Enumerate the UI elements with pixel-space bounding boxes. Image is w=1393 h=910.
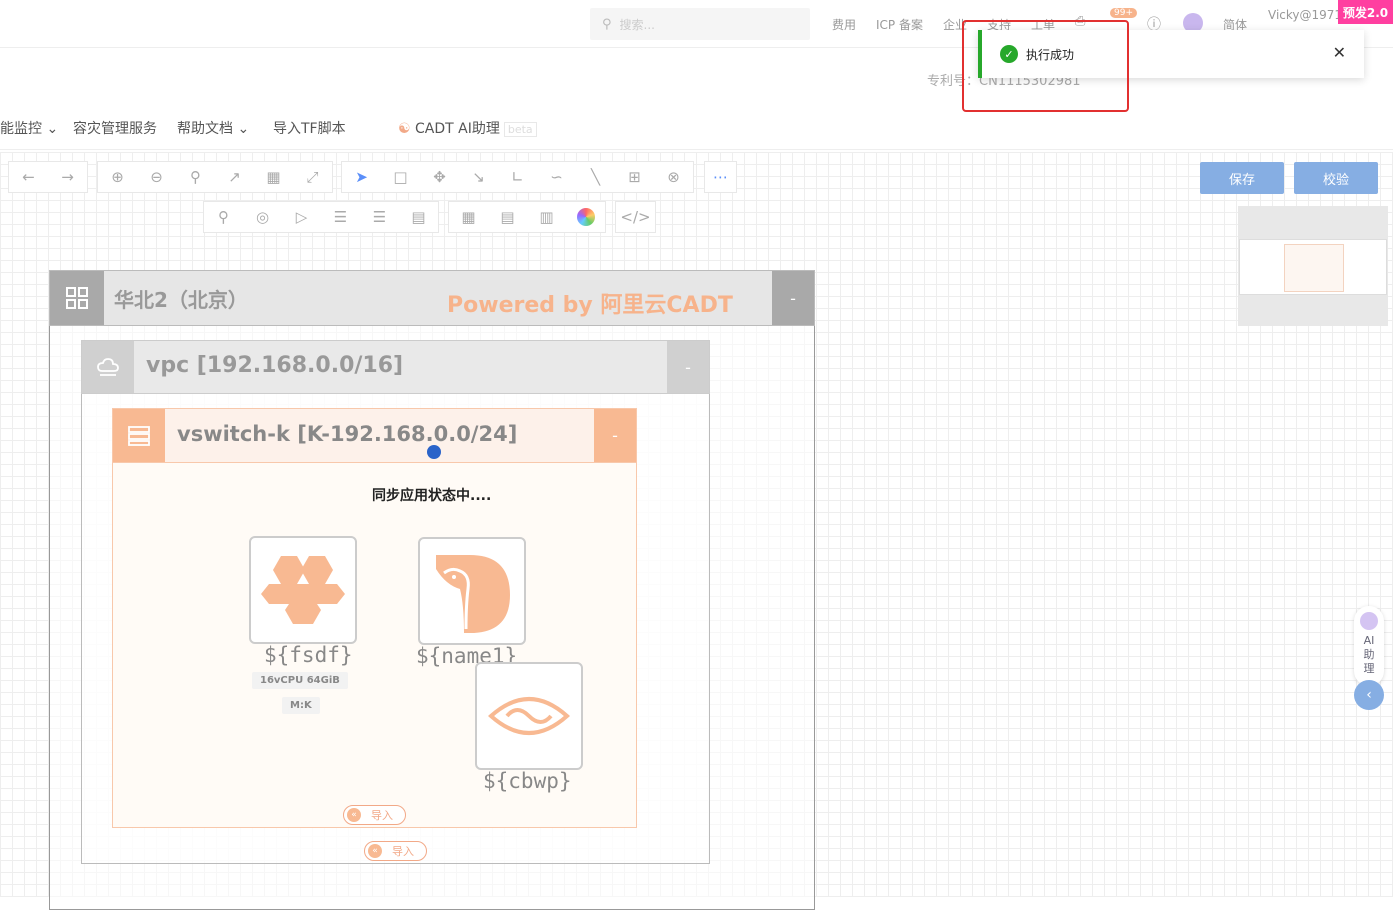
vpc-import-button[interactable]: « 导入 bbox=[364, 841, 427, 861]
robot-icon: ☯ bbox=[398, 121, 411, 137]
switch-icon bbox=[113, 409, 165, 462]
region-icon bbox=[50, 271, 104, 325]
notification-badge: 99+ bbox=[1110, 8, 1137, 18]
tag-icon[interactable]: ▷ bbox=[282, 202, 321, 232]
vpc-collapse-button[interactable]: - bbox=[667, 341, 709, 393]
straight-line-icon[interactable]: ╲ bbox=[576, 162, 615, 192]
select-area-icon[interactable]: □ bbox=[381, 162, 420, 192]
ecs-mode-tag: M:K bbox=[282, 697, 320, 714]
menu-ai-assistant[interactable]: ☯ CADT AI助理 beta bbox=[398, 118, 537, 138]
view-tools: ⚲ ◎ ▷ ☰ ☰ ▤ bbox=[203, 201, 439, 233]
expand-icon[interactable]: ↗ bbox=[215, 162, 254, 192]
code-icon[interactable]: </> bbox=[616, 202, 655, 232]
vswitch-collapse-button[interactable]: - bbox=[594, 409, 636, 462]
cloud-icon bbox=[82, 341, 134, 393]
layout-tools: ▦ ▤ ▥ bbox=[448, 201, 606, 233]
menu-bar: 能监控 ⌄ 容灾管理服务 帮助文档 ⌄ 导入TF脚本 ☯ CADT AI助理 be… bbox=[0, 108, 1393, 150]
layout-horizontal-icon[interactable]: ▤ bbox=[488, 202, 527, 232]
zoom-tools: ⊕ ⊖ ⚲ ↗ ▦ ⤢ bbox=[97, 161, 333, 193]
nav-link-icp[interactable]: ICP 备案 bbox=[876, 16, 923, 33]
undo-icon[interactable]: ← bbox=[9, 162, 48, 192]
close-icon[interactable]: ✕ bbox=[1333, 43, 1346, 62]
beta-tag: beta bbox=[503, 122, 537, 137]
powered-by-label: Powered by 阿里云CADT bbox=[447, 293, 733, 318]
vswitch-title: vswitch-k [K-192.168.0.0/24] bbox=[177, 422, 518, 446]
chevron-left-icon[interactable]: ‹ bbox=[1354, 680, 1384, 710]
user-account[interactable]: Vicky@1971 bbox=[1268, 8, 1342, 22]
chevron-down-icon: ⌄ bbox=[237, 121, 250, 137]
ai-assistant-float-button[interactable]: AI助理 bbox=[1354, 606, 1384, 686]
more-icon[interactable]: ⋯ bbox=[705, 162, 736, 192]
service-node[interactable] bbox=[418, 537, 526, 645]
import-icon: « bbox=[347, 808, 361, 822]
import-icon: « bbox=[368, 844, 382, 858]
search-placeholder: 搜索... bbox=[619, 17, 655, 32]
find-resource-icon[interactable]: ◎ bbox=[243, 202, 282, 232]
search-icon: ⚲ bbox=[602, 16, 612, 32]
save-button[interactable]: 保存 bbox=[1200, 162, 1284, 194]
zoom-out-icon[interactable]: ⊖ bbox=[137, 162, 176, 192]
import-label: 导入 bbox=[392, 845, 414, 858]
prerelease-badge: 预发2.0 bbox=[1338, 0, 1393, 24]
menu-help-docs[interactable]: 帮助文档 ⌄ bbox=[177, 118, 249, 138]
move-icon[interactable]: ✥ bbox=[420, 162, 459, 192]
layers-icon[interactable]: ☰ bbox=[360, 202, 399, 232]
ecs-hexagon-icon bbox=[261, 556, 345, 624]
edit-tools: ➤ □ ✥ ↘ ∟ ∽ ╲ ⊞ ⊗ bbox=[341, 161, 694, 193]
list-time-icon[interactable]: ☰ bbox=[321, 202, 360, 232]
align-icon[interactable]: ▤ bbox=[399, 202, 438, 232]
region-title: 华北2（北京） bbox=[114, 288, 248, 312]
ai-float-label: AI助理 bbox=[1363, 634, 1375, 675]
grid-icon[interactable]: ▦ bbox=[254, 162, 293, 192]
zoom-in-icon[interactable]: ⊕ bbox=[98, 162, 137, 192]
cbwp-node-label: ${cbwp} bbox=[483, 769, 572, 793]
add-node-icon[interactable]: ⊞ bbox=[615, 162, 654, 192]
fullscreen-icon[interactable]: ⤢ bbox=[293, 162, 332, 192]
search-icon[interactable]: ⚲ bbox=[204, 202, 243, 232]
curve-line-icon[interactable]: ∽ bbox=[537, 162, 576, 192]
vswitch-import-button[interactable]: « 导入 bbox=[343, 805, 406, 825]
nav-link-billing[interactable]: 费用 bbox=[832, 16, 856, 33]
sync-status-text: 同步应用状态中.... bbox=[372, 488, 492, 504]
bandwidth-package-icon bbox=[487, 697, 571, 735]
delete-icon[interactable]: ⊗ bbox=[654, 162, 693, 192]
bear-logo-icon bbox=[436, 555, 510, 633]
code-tools: </> bbox=[615, 201, 656, 233]
ai-sparkle-icon bbox=[1360, 612, 1378, 630]
vpc-title: vpc [192.168.0.0/16] bbox=[146, 353, 404, 378]
ecs-node-label: ${fsdf} bbox=[264, 643, 353, 667]
more-tools: ⋯ bbox=[704, 161, 737, 193]
cbwp-node[interactable] bbox=[475, 662, 583, 770]
menu-import-tf[interactable]: 导入TF脚本 bbox=[273, 118, 346, 138]
verify-button[interactable]: 校验 bbox=[1294, 162, 1378, 194]
ecs-node[interactable] bbox=[249, 536, 357, 644]
layout-vertical-icon[interactable]: ▥ bbox=[527, 202, 566, 232]
redo-icon[interactable]: → bbox=[48, 162, 87, 192]
layout-grid-icon[interactable]: ▦ bbox=[449, 202, 488, 232]
color-wheel-icon[interactable] bbox=[566, 202, 605, 232]
highlight-box bbox=[962, 20, 1129, 112]
connect-icon[interactable]: ↘ bbox=[459, 162, 498, 192]
region-collapse-button[interactable]: - bbox=[772, 271, 814, 325]
connection-anchor[interactable] bbox=[427, 445, 441, 459]
elbow-line-icon[interactable]: ∟ bbox=[498, 162, 537, 192]
zoom-fit-icon[interactable]: ⚲ bbox=[176, 162, 215, 192]
ecs-spec-tag: 16vCPU 64GiB bbox=[252, 672, 348, 689]
import-label: 导入 bbox=[371, 809, 393, 822]
pointer-icon[interactable]: ➤ bbox=[342, 162, 381, 192]
menu-monitoring[interactable]: 能监控 ⌄ bbox=[0, 118, 58, 138]
chevron-down-icon: ⌄ bbox=[46, 121, 59, 137]
minimap-viewport[interactable] bbox=[1239, 239, 1387, 295]
search-input[interactable]: ⚲ 搜索... bbox=[590, 8, 810, 40]
menu-disaster-recovery[interactable]: 容灾管理服务 bbox=[73, 118, 157, 138]
history-tools: ← → bbox=[8, 161, 88, 193]
